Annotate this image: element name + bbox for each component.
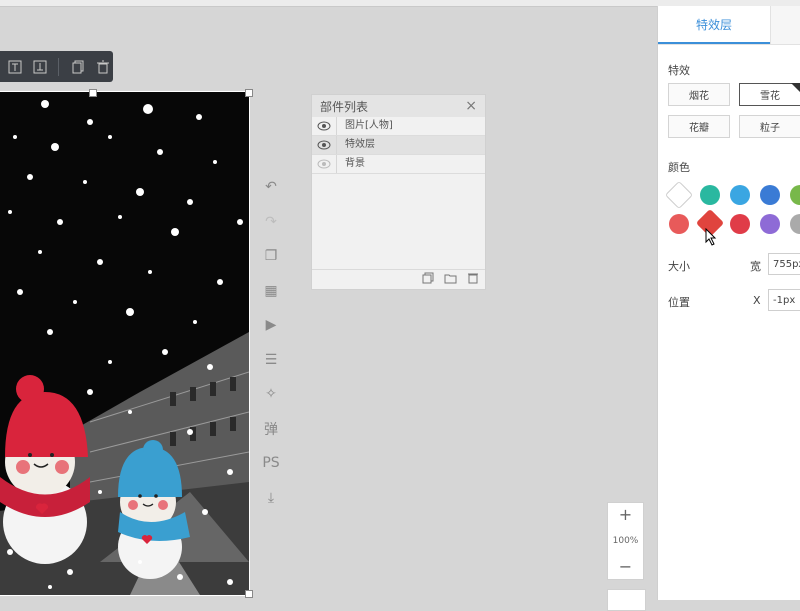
folder-icon[interactable] xyxy=(444,272,457,287)
x-label: X xyxy=(753,294,761,307)
play-icon[interactable]: ▶ xyxy=(258,308,284,343)
eye-icon[interactable] xyxy=(312,140,336,150)
width-label: 宽 xyxy=(750,260,761,273)
popup-tool[interactable]: 弹 xyxy=(258,412,284,447)
toolbar-divider xyxy=(58,57,59,76)
layer-row[interactable]: 特效层 xyxy=(312,136,485,155)
effect-petals-button[interactable]: 花瓣 xyxy=(668,115,730,138)
align-top-icon[interactable] xyxy=(5,56,25,78)
zoom-control: + 100% − xyxy=(607,502,644,580)
vertical-toolbar: ↶ ↷ ❐ ▦ ▶ ☰ ✧ 弹 PS ⤓ xyxy=(258,170,284,515)
effect-fireworks-button[interactable]: 烟花 xyxy=(668,83,730,106)
layers-copy-icon[interactable]: ❐ xyxy=(258,239,284,274)
tab-effects-layer[interactable]: 特效层 xyxy=(658,6,770,44)
color-label: 颜色 xyxy=(668,161,690,174)
effect-particles-button[interactable]: 粒子 xyxy=(739,115,800,138)
color-swatch-white[interactable] xyxy=(664,180,694,210)
close-icon[interactable]: × xyxy=(465,98,477,114)
layers-panel: 部件列表 × 图片[人物] 特效层 背景 xyxy=(311,94,486,290)
layers-panel-header: 部件列表 × xyxy=(312,95,485,117)
layers-footer xyxy=(312,269,485,289)
position-label: 位置 xyxy=(668,296,690,309)
layer-row[interactable]: 图片[人物] xyxy=(312,117,485,136)
redo-icon[interactable]: ↷ xyxy=(258,205,284,240)
effects-label: 特效 xyxy=(668,64,690,77)
tab-empty[interactable] xyxy=(770,6,800,44)
zoom-extra-control[interactable] xyxy=(607,589,646,611)
resize-handle[interactable] xyxy=(89,89,97,97)
size-label: 大小 xyxy=(668,260,690,273)
layer-name: 特效层 xyxy=(336,136,485,154)
color-swatch-sky[interactable] xyxy=(730,185,750,205)
import-icon[interactable]: ⤓ xyxy=(258,481,284,516)
panel-tabs: 特效层 xyxy=(658,6,800,45)
color-swatch-blue[interactable] xyxy=(760,185,780,205)
width-input[interactable]: 755px xyxy=(768,253,800,275)
color-swatch-gray[interactable] xyxy=(790,214,800,234)
color-swatch-green[interactable] xyxy=(790,185,800,205)
copy-icon[interactable] xyxy=(68,56,88,78)
zoom-level: 100% xyxy=(612,536,639,546)
align-bottom-icon[interactable] xyxy=(30,56,50,78)
color-swatch-purple[interactable] xyxy=(760,214,780,234)
copy-layer-icon[interactable] xyxy=(422,272,434,287)
color-swatch-crimson[interactable] xyxy=(730,214,750,234)
zoom-in-button[interactable]: + xyxy=(619,507,632,523)
delete-layer-icon[interactable] xyxy=(467,272,479,287)
eye-hidden-icon[interactable] xyxy=(312,159,336,169)
selected-corner-marker xyxy=(791,83,800,92)
resize-handle[interactable] xyxy=(245,590,253,598)
eye-icon[interactable] xyxy=(312,121,336,131)
undo-icon[interactable]: ↶ xyxy=(258,170,284,205)
layer-name: 背景 xyxy=(336,155,485,173)
table-icon[interactable]: ☰ xyxy=(258,343,284,378)
layer-row[interactable]: 背景 xyxy=(312,155,485,174)
resize-handle[interactable] xyxy=(245,89,253,97)
color-swatch-teal[interactable] xyxy=(700,185,720,205)
mouse-cursor-icon xyxy=(705,228,717,246)
delete-icon[interactable] xyxy=(93,56,113,78)
properties-panel: 特效层 特效 烟花 雪花 花瓣 粒子 颜色 大小 宽 755px 位置 X -1… xyxy=(657,6,800,600)
layers-panel-title: 部件列表 xyxy=(320,99,369,114)
zoom-out-button[interactable]: − xyxy=(619,559,632,575)
snowman-scene-image xyxy=(0,92,249,595)
ps-tool[interactable]: PS xyxy=(258,446,284,481)
color-swatch-coral[interactable] xyxy=(669,214,689,234)
floating-toolbar xyxy=(0,51,113,82)
x-input[interactable]: -1px xyxy=(768,289,800,311)
layer-name: 图片[人物] xyxy=(336,117,485,135)
grid-icon[interactable]: ▦ xyxy=(258,274,284,309)
canvas-image[interactable] xyxy=(0,91,250,596)
magic-wand-icon[interactable]: ✧ xyxy=(258,377,284,412)
